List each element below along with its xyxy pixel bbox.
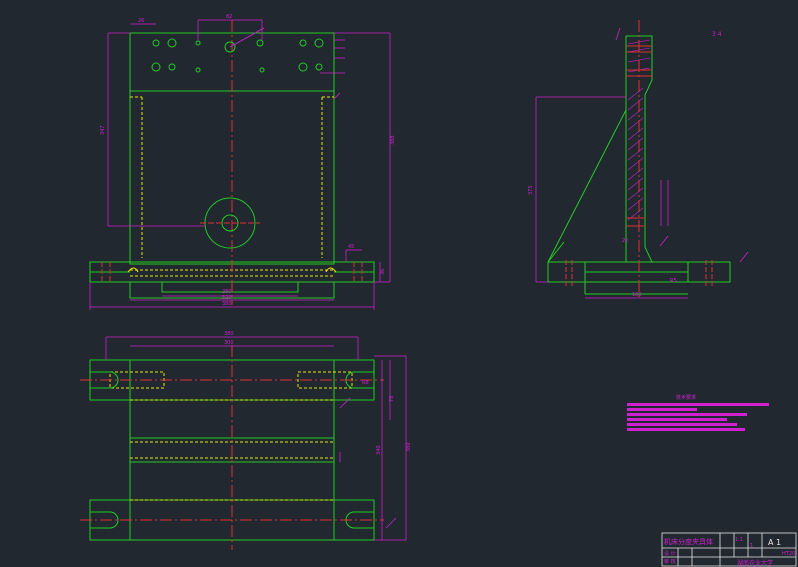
dim-top-left: 26 bbox=[138, 18, 144, 24]
plan-dim-h2: 340 bbox=[376, 445, 382, 455]
dim-base-mid: 320 bbox=[222, 295, 232, 301]
title-block-scale: 1:1 bbox=[735, 537, 743, 543]
side-view bbox=[547, 20, 731, 300]
title-block-count: 1 bbox=[750, 543, 753, 549]
front-dim-labels: 26 82 347 388 380 280 320 45 36 bbox=[100, 14, 396, 307]
title-block-sheet: A 1 bbox=[768, 538, 781, 547]
technical-notes: 技术要求 bbox=[627, 394, 769, 431]
side-dim-height: 375 bbox=[528, 185, 534, 195]
plan-dim-right-small: R8 bbox=[362, 380, 369, 386]
dim-top-mid: 82 bbox=[226, 14, 232, 20]
plan-view bbox=[80, 345, 384, 550]
notes-title: 技术要求 bbox=[676, 394, 696, 401]
title-block-title: 机床分度夹具体 bbox=[664, 537, 713, 546]
cad-drawing: 26 82 347 388 380 280 320 45 36 375 100 … bbox=[80, 14, 797, 567]
dim-right-side: 45 bbox=[348, 244, 354, 250]
dim-height-left: 347 bbox=[100, 125, 106, 135]
plan-dim-inner: 300 bbox=[224, 340, 234, 346]
side-dim-base-width: 100 bbox=[632, 292, 642, 298]
side-dim-small: 2x bbox=[622, 238, 628, 244]
title-block-row2: 审 核 bbox=[664, 558, 676, 565]
side-dimensions bbox=[535, 27, 749, 299]
dim-overall-width: 380 bbox=[222, 301, 232, 307]
dim-height-right: 388 bbox=[390, 135, 396, 145]
title-block-material: HT20 bbox=[782, 551, 795, 557]
top-right-note: 3 4 bbox=[712, 31, 722, 38]
front-top-holes bbox=[151, 38, 324, 73]
side-dim-fillet: R5 bbox=[670, 278, 677, 284]
plan-dim-h1: 78 bbox=[389, 396, 395, 402]
title-block-school: 湖南农业大学 bbox=[737, 559, 773, 567]
title-block-row1: 设 计 bbox=[664, 550, 676, 557]
front-view bbox=[89, 20, 375, 305]
plan-dim-overall: 380 bbox=[224, 331, 234, 337]
front-dimensions bbox=[89, 19, 391, 310]
plan-dim-h3: 380 bbox=[406, 442, 412, 452]
dim-right-low: 36 bbox=[380, 269, 386, 275]
